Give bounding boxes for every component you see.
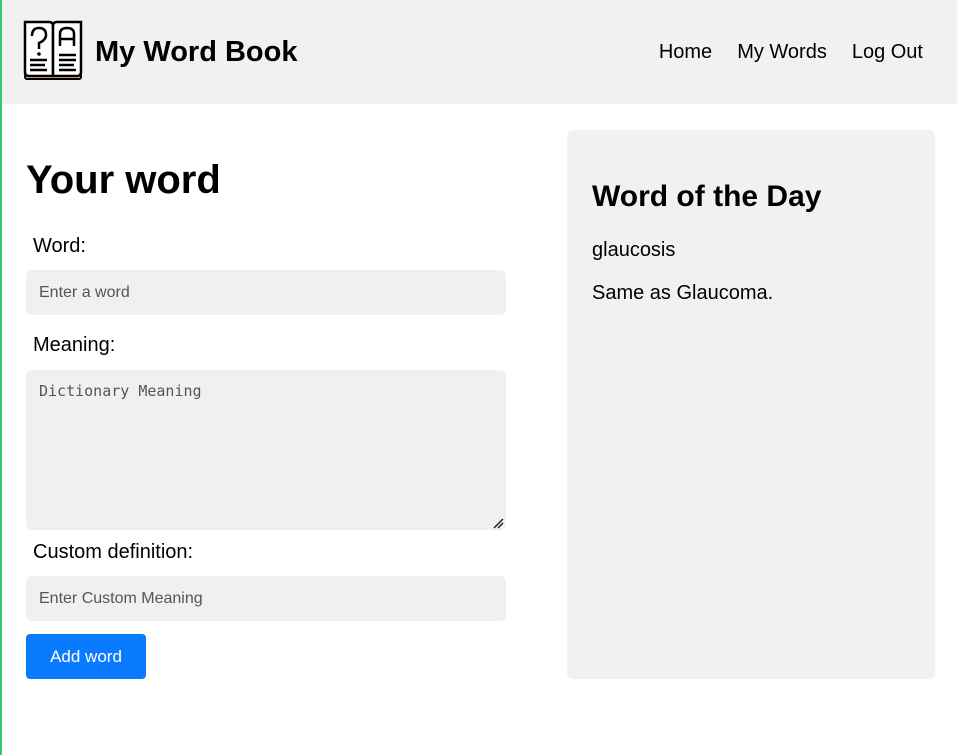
main-nav: Home My Words Log Out: [659, 40, 923, 64]
word-of-the-day-heading: Word of the Day: [592, 180, 822, 213]
nav-home-link[interactable]: Home: [659, 40, 712, 64]
word-of-the-day-meaning: Same as Glaucoma.: [592, 282, 774, 304]
left-accent-border: [0, 0, 2, 755]
nav-log-out-link[interactable]: Log Out: [852, 40, 923, 64]
form-title: Your word: [26, 158, 221, 202]
add-word-button[interactable]: Add word: [26, 634, 146, 679]
top-navbar: My Word Book Home My Words Log Out: [2, 0, 957, 104]
custom-definition-input[interactable]: [26, 576, 506, 621]
word-of-the-day-panel: Word of the Day glaucosis Same as Glauco…: [567, 130, 935, 679]
meaning-label: Meaning:: [33, 334, 116, 356]
nav-my-words-link[interactable]: My Words: [737, 40, 827, 64]
meaning-textarea[interactable]: [26, 370, 506, 530]
app-title: My Word Book: [95, 36, 298, 68]
word-of-the-day-word: glaucosis: [592, 239, 676, 261]
word-label: Word:: [33, 235, 86, 257]
custom-definition-label: Custom definition:: [33, 541, 194, 563]
word-input[interactable]: [26, 270, 506, 315]
resize-grip-icon[interactable]: [492, 516, 504, 529]
open-book-icon[interactable]: [21, 18, 85, 82]
